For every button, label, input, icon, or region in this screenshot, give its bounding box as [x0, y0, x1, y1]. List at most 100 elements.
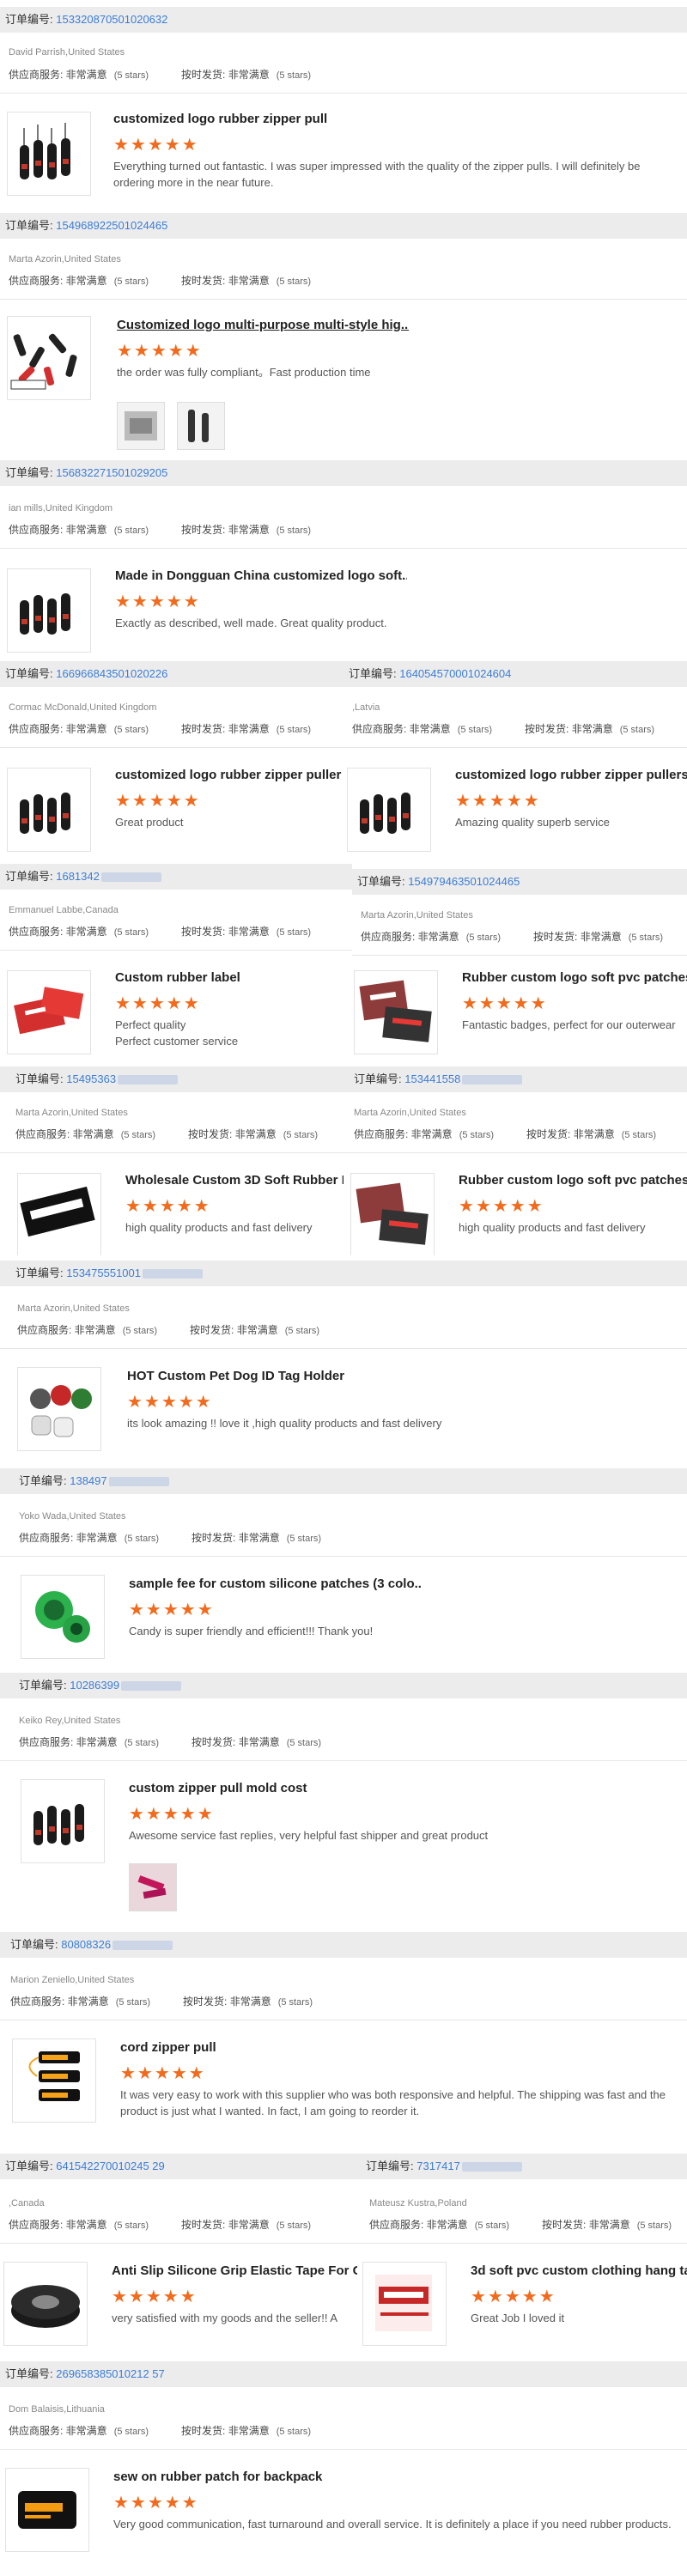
service-ratings: 供应商服务: 非常满意 (5 stars) 按时发货: 非常满意 (5 stars) — [17, 1322, 352, 1337]
review-comment: the order was fully compliant。Fast produ… — [117, 366, 371, 379]
review-block: 订单编号: 1681342 Emmanuel Labbe,Canada 供应商服… — [0, 862, 352, 1063]
service-rating-text: 非常满意 — [229, 1996, 271, 2008]
review-block: 订单编号: 153475551001 Marta Azorin,United S… — [0, 1255, 687, 1461]
product-title[interactable]: custom zipper pull mold cost — [129, 1781, 678, 1795]
review-comment: high quality products and fast delivery — [125, 1221, 313, 1234]
service-rating-text: 非常满意 — [588, 2219, 630, 2231]
rating-stars: ★★★★★ — [117, 342, 203, 361]
product-title[interactable]: Anti Slip Silicone Grip Elastic Tape For… — [112, 2263, 357, 2278]
product-thumbnail-hang-tag[interactable] — [362, 2262, 447, 2346]
product-title[interactable]: customized logo rubber zipper pull — [113, 112, 680, 126]
product-thumbnail-silicone-tape[interactable] — [3, 2262, 88, 2346]
rating-stars: ★★★★★ — [459, 1197, 544, 1216]
order-number-link[interactable]: 10286399 — [70, 1679, 119, 1692]
product-thumbnail-zipper-pulls-multi[interactable] — [7, 316, 91, 400]
product-thumbnail-zipper-pulls[interactable] — [7, 768, 91, 852]
service-rating-text: (5 stars) — [465, 933, 502, 943]
service-rating-text: 非常满意 — [65, 69, 107, 81]
rating-stars: ★★★★★ — [115, 994, 201, 1013]
review-comment: very satisfied with my goods and the sel… — [112, 2312, 338, 2324]
order-bar: 订单编号: 166966843501020226 — [0, 661, 344, 687]
product-title[interactable]: customized logo rubber zipper puller — [115, 768, 342, 782]
service-rating-text: 按时发货: — [181, 69, 228, 81]
service-rating-text: 按时发货: — [181, 275, 228, 287]
order-bar: 订单编号: 164054570001024604 — [344, 661, 687, 687]
redacted-mask — [462, 1075, 523, 1085]
review-photo[interactable] — [117, 402, 165, 450]
product-thumbnail-pvc-patches[interactable] — [354, 970, 438, 1054]
service-rating-text: (5 stars) — [277, 1997, 313, 2008]
buyer-name: ian mills,United Kingdom — [9, 503, 113, 513]
order-number-link[interactable]: 7317417 — [416, 2160, 460, 2172]
order-number-link[interactable]: 269658385010212 57 — [56, 2367, 165, 2380]
order-number-link[interactable]: 154979463501024465 — [408, 875, 520, 888]
redacted-mask — [121, 1681, 182, 1692]
service-rating-text: (5 stars) — [619, 725, 655, 735]
product-title[interactable]: 3d soft pvc custom clothing hang ta — [471, 2263, 687, 2278]
service-rating-text: 供应商服务: — [17, 1324, 75, 1336]
order-number-link[interactable]: 641542270010245 29 — [56, 2160, 165, 2172]
product-title[interactable]: Rubber custom logo soft pvc patches — [462, 970, 687, 985]
product-thumbnail-zipper-pulls[interactable] — [7, 568, 91, 653]
rating-stars: ★★★★★ — [129, 1601, 215, 1619]
review-comment: Candy is super friendly and efficient!!!… — [129, 1625, 374, 1637]
product-thumbnail-pvc-patches[interactable] — [350, 1173, 435, 1255]
product-title[interactable]: Made in Dongguan China customized logo s… — [115, 568, 407, 583]
order-number-link[interactable]: 153441558 — [404, 1072, 460, 1085]
service-rating-text: 供应商服务: — [9, 2425, 66, 2437]
service-rating-text: 按时发货: — [190, 1324, 237, 1336]
product-thumbnail-cord-zipper-pull[interactable] — [12, 2038, 96, 2123]
product-thumbnail-zipper-pulls[interactable] — [21, 1779, 105, 1863]
service-rating-text: 非常满意 — [234, 1128, 277, 1140]
product-title[interactable]: HOT Custom Pet Dog ID Tag Holder — [127, 1369, 677, 1383]
review-photo[interactable] — [129, 1863, 177, 1911]
product-title[interactable]: Custom rubber label — [115, 970, 347, 985]
product-thumbnail-zipper-pulls[interactable] — [347, 768, 431, 852]
review-photo[interactable] — [177, 402, 225, 450]
service-rating-text: 供应商服务: — [9, 723, 66, 735]
buyer-name: David Parrish,United States — [9, 47, 125, 58]
order-number-link[interactable]: 164054570001024604 — [399, 667, 511, 680]
redacted-mask — [108, 1477, 169, 1487]
service-ratings: 供应商服务: 非常满意 (5 stars) 按时发货: 非常满意 (5 stars) — [9, 721, 344, 736]
order-bar: 订单编号: 153320870501020632 — [0, 7, 687, 33]
product-thumbnail-silicone-patches[interactable] — [21, 1575, 105, 1659]
order-number-link[interactable]: 153475551001 — [66, 1267, 141, 1279]
order-number-link[interactable]: 154968922501024465 — [56, 219, 167, 232]
product-thumbnail-zipper-pulls[interactable] — [7, 112, 91, 196]
service-rating-text: 非常满意 — [65, 926, 107, 938]
product-title[interactable]: Customized logo multi-purpose multi-styl… — [117, 318, 409, 332]
product-title[interactable]: cord zipper pull — [120, 2040, 670, 2055]
product-thumbnail-pet-tag-holder[interactable] — [17, 1367, 101, 1451]
service-rating-text: (5 stars) — [457, 725, 493, 735]
service-rating-text: 供应商服务: — [9, 275, 66, 287]
order-number-link[interactable]: 1681342 — [56, 870, 100, 883]
product-title[interactable]: sample fee for custom silicone patches (… — [129, 1577, 421, 1591]
buyer-name: ,Canada — [9, 2198, 45, 2208]
review-block: 订单编号: 15495363 Marta Azorin,United State… — [0, 1063, 344, 1255]
product-title[interactable]: Wholesale Custom 3D Soft Rubber P — [125, 1173, 344, 1188]
service-rating-text: 按时发货: — [181, 723, 228, 735]
order-number-link[interactable]: 80808326 — [61, 1938, 111, 1951]
order-number-link[interactable]: 153320870501020632 — [56, 13, 167, 26]
redacted-mask — [143, 1269, 203, 1279]
buyer-name: Marion Zeniello,United States — [10, 1975, 135, 1985]
service-ratings: 供应商服务: 非常满意 (5 stars) 按时发货: 非常满意 (5 stars) — [352, 721, 687, 736]
order-number-link[interactable]: 156832271501029205 — [56, 466, 167, 479]
product-title[interactable]: customized logo rubber zipper pullers — [455, 768, 687, 782]
product-title[interactable]: Rubber custom logo soft pvc patches — [459, 1173, 687, 1188]
product-thumbnail-3d-rubber-patch[interactable] — [17, 1173, 101, 1255]
order-number-link[interactable]: 15495363 — [66, 1072, 116, 1085]
product-title[interactable]: sew on rubber patch for backpack — [113, 2470, 663, 2484]
service-rating-text: 按时发货: — [533, 931, 581, 943]
order-number-link[interactable]: 138497 — [70, 1474, 106, 1487]
review-comment: Awesome service fast replies, very helpf… — [129, 1829, 489, 1842]
service-rating-text: (5 stars) — [628, 933, 664, 943]
service-rating-text: 按时发货: — [526, 1128, 574, 1140]
service-rating-text: (5 stars) — [276, 2221, 312, 2231]
service-rating-text: (5 stars) — [276, 276, 312, 287]
product-thumbnail-rubber-patch[interactable] — [5, 2468, 89, 2552]
product-thumbnail-rubber-label[interactable] — [7, 970, 91, 1054]
service-rating-text: 供应商服务: — [19, 1532, 76, 1544]
order-number-link[interactable]: 166966843501020226 — [56, 667, 167, 680]
